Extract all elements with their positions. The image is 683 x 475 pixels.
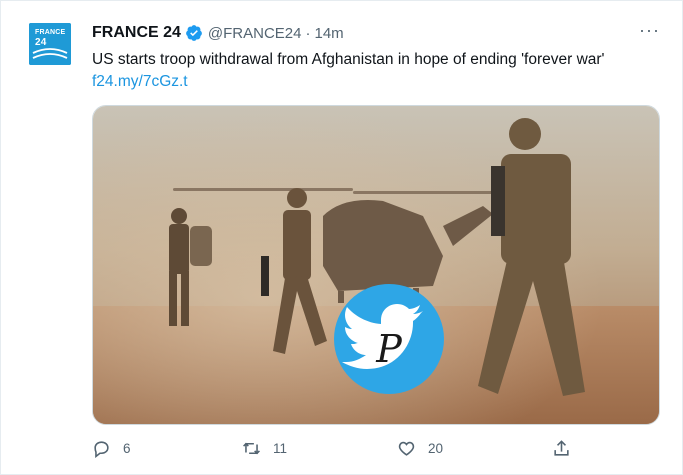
- avatar-brand-text: FRANCE 24: [35, 29, 66, 48]
- like-button[interactable]: 20: [397, 439, 443, 458]
- heart-icon: [398, 441, 415, 456]
- reply-count: 6: [123, 441, 131, 456]
- author-name[interactable]: FRANCE 24: [92, 24, 181, 42]
- reply-button[interactable]: 6: [92, 439, 131, 458]
- tweet-timestamp[interactable]: 14m: [315, 25, 344, 42]
- action-bar: 6 11 20: [92, 439, 652, 463]
- tweet-header: FRANCE 24 @FRANCE24 · 14m: [92, 22, 344, 44]
- tweet-card[interactable]: FRANCE 24 FRANCE 24 @FRANCE24 · 14m ··· …: [0, 0, 683, 475]
- retweet-count: 11: [273, 441, 288, 456]
- tweet-link[interactable]: f24.my/7cGz.t: [92, 71, 188, 93]
- watermark-letter: P: [375, 327, 403, 371]
- twitter-watermark-icon: P: [334, 284, 444, 394]
- separator-dot: ·: [305, 24, 311, 42]
- like-count: 20: [428, 441, 444, 456]
- author-handle[interactable]: @FRANCE24: [208, 25, 302, 42]
- retweet-button[interactable]: 11: [242, 439, 287, 458]
- avatar[interactable]: FRANCE 24: [29, 23, 71, 65]
- tweet-photo[interactable]: P: [92, 105, 660, 425]
- reply-icon: [94, 441, 109, 458]
- soldiers-helicopter-photo: P: [93, 106, 659, 424]
- more-icon[interactable]: ···: [639, 20, 660, 41]
- tweet-text: US starts troop withdrawal from Afghanis…: [92, 51, 605, 68]
- share-button[interactable]: [552, 439, 583, 458]
- retweet-icon: [243, 442, 260, 455]
- share-icon: [554, 440, 569, 456]
- verified-badge-icon: [186, 25, 202, 41]
